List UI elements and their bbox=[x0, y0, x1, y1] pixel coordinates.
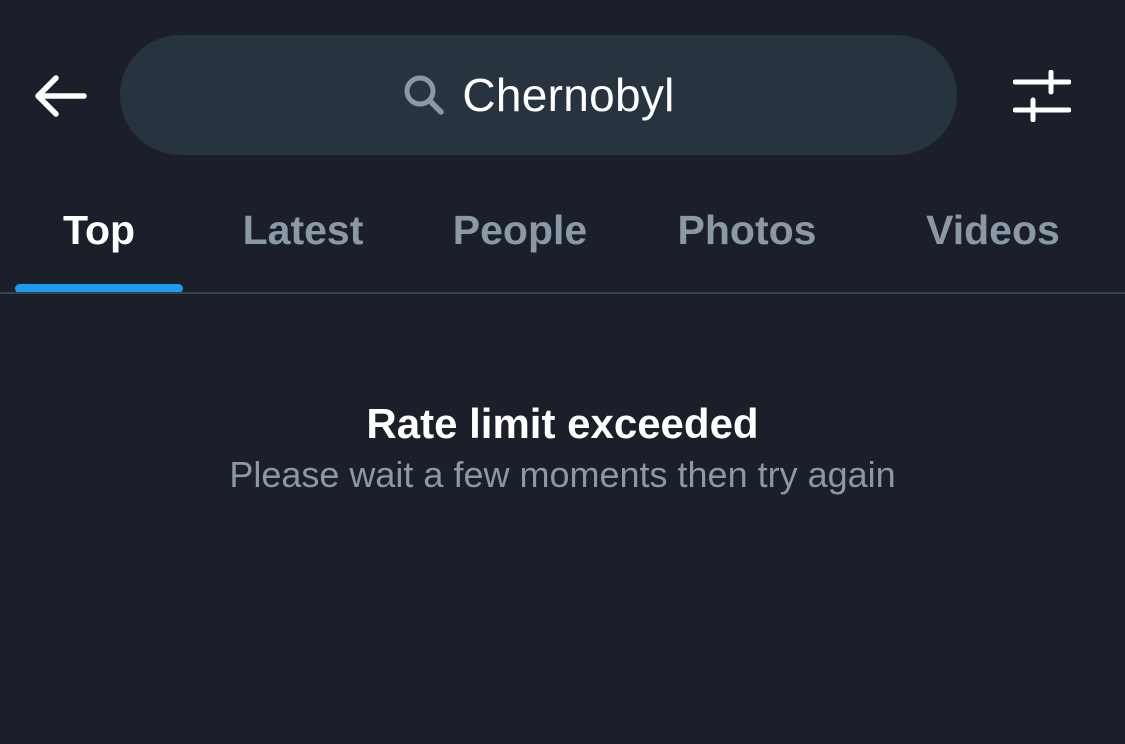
tab-people[interactable]: People bbox=[430, 180, 610, 280]
search-results-screen: Chernobyl Top Latest People Photos Video… bbox=[0, 0, 1125, 744]
arrow-left-icon bbox=[35, 75, 87, 117]
tab-top[interactable]: Top bbox=[15, 180, 183, 280]
sliders-icon bbox=[1013, 70, 1071, 122]
search-icon bbox=[402, 73, 446, 117]
error-message: Rate limit exceeded Please wait a few mo… bbox=[0, 396, 1125, 498]
error-title: Rate limit exceeded bbox=[366, 400, 759, 447]
tabs-divider bbox=[0, 292, 1125, 294]
back-button[interactable] bbox=[22, 60, 98, 132]
search-query[interactable]: Chernobyl bbox=[462, 68, 674, 122]
tab-videos[interactable]: Videos bbox=[900, 180, 1086, 280]
search-field[interactable]: Chernobyl bbox=[120, 35, 957, 155]
error-subtitle: Please wait a few moments then try again bbox=[229, 454, 896, 495]
search-settings-button[interactable] bbox=[1000, 60, 1084, 132]
tab-latest[interactable]: Latest bbox=[218, 180, 388, 280]
search-tabs: Top Latest People Photos Videos bbox=[0, 180, 1125, 293]
tab-photos[interactable]: Photos bbox=[655, 180, 839, 280]
